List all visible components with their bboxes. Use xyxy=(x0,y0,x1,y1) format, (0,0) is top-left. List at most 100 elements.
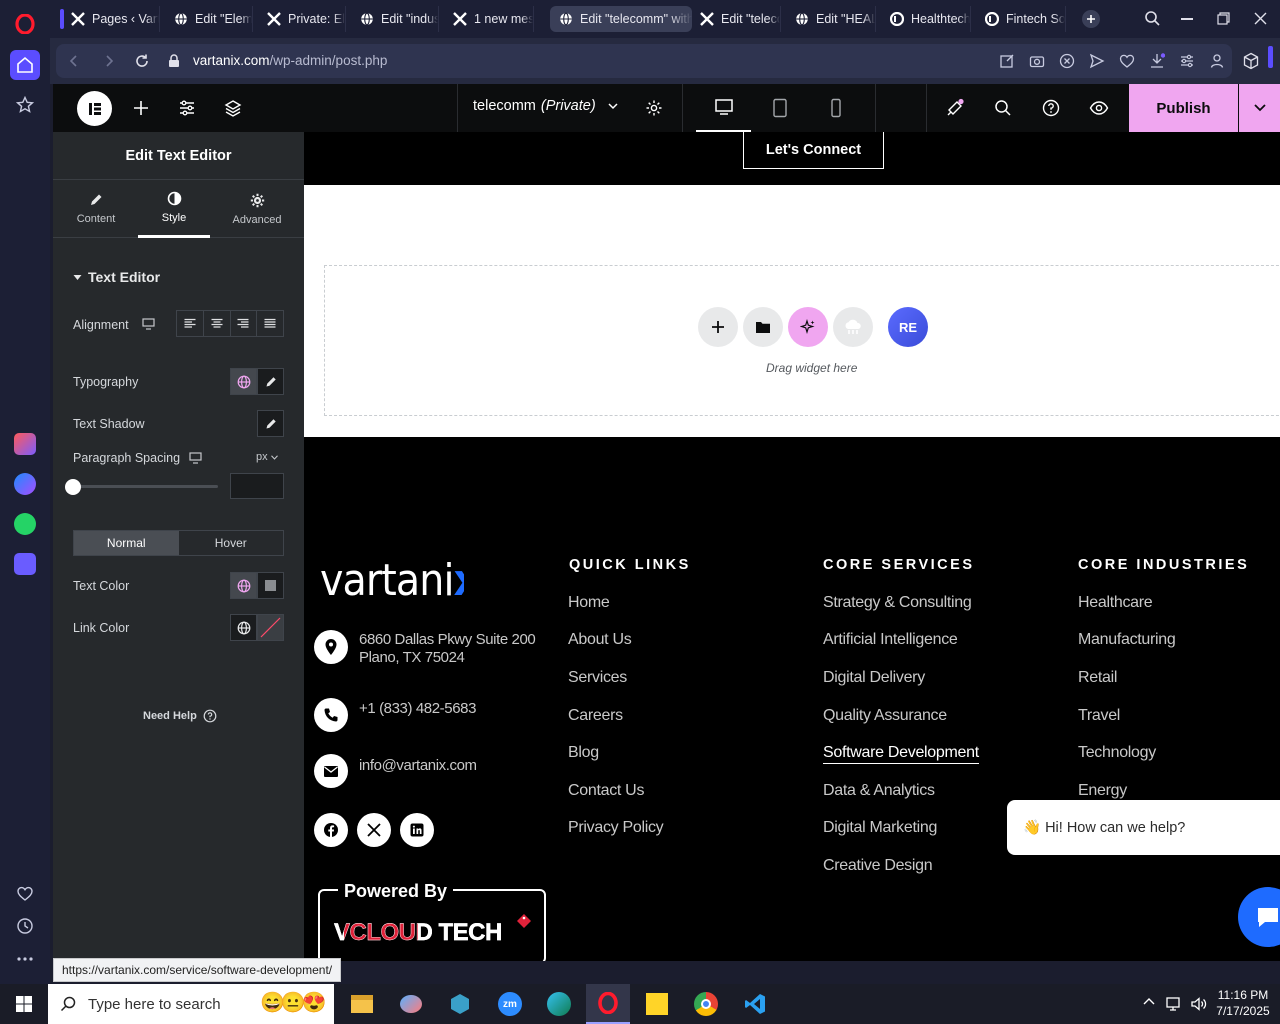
text-color-swatch[interactable] xyxy=(257,572,284,599)
edge-browser-icon[interactable] xyxy=(537,984,581,1024)
state-hover-tab[interactable]: Hover xyxy=(179,531,284,555)
need-help-link[interactable]: Need Help xyxy=(143,709,217,723)
download-icon[interactable] xyxy=(1149,53,1165,69)
app-gem-icon[interactable] xyxy=(438,984,482,1024)
lets-connect-button[interactable]: Let's Connect xyxy=(743,132,884,169)
more-icon[interactable] xyxy=(10,944,40,974)
account-icon[interactable] xyxy=(1209,53,1225,69)
opera-logo-icon[interactable] xyxy=(10,9,40,39)
facebook-icon[interactable] xyxy=(314,813,348,847)
service-link[interactable]: Digital Delivery xyxy=(823,669,925,687)
search-tabs-icon[interactable] xyxy=(1144,10,1161,27)
music-player-icon[interactable] xyxy=(10,549,40,579)
url-text[interactable]: vartanix.com/wp-admin/post.php xyxy=(193,53,387,68)
browser-tab[interactable]: Pages ‹ Vartanix xyxy=(62,6,160,32)
global-color-icon[interactable] xyxy=(230,614,257,641)
chat-greeting-bubble[interactable]: 👋 Hi! How can we help? xyxy=(1007,800,1280,855)
taskbar-search-box[interactable]: Type here to search 😄😐😍 xyxy=(48,984,334,1024)
browser-tab[interactable]: Edit "telecomm" with xyxy=(550,6,692,32)
browser-tab[interactable]: Edit "telecom xyxy=(691,6,781,32)
page-settings-icon[interactable] xyxy=(640,94,668,122)
paragraph-spacing-input[interactable] xyxy=(230,473,284,499)
tablet-view-icon[interactable] xyxy=(766,94,794,122)
email-text[interactable]: info@vartanix.com xyxy=(359,757,477,774)
easy-setup-icon[interactable] xyxy=(1179,53,1195,69)
whatsapp-icon[interactable] xyxy=(10,509,40,539)
star-icon[interactable] xyxy=(10,90,40,120)
desktop-view-icon[interactable] xyxy=(696,84,751,132)
browser-tab[interactable]: Fintech Solu xyxy=(976,6,1066,32)
service-link[interactable]: Quality Assurance xyxy=(823,707,947,725)
messenger-icon[interactable] xyxy=(10,469,40,499)
global-color-icon[interactable] xyxy=(230,572,257,599)
vcloud-tech-badge[interactable]: Powered By VCLOUD TECH xyxy=(318,881,546,961)
site-settings-icon[interactable] xyxy=(173,94,201,122)
edit-page-icon[interactable] xyxy=(999,53,1015,69)
align-left-icon[interactable] xyxy=(177,311,204,336)
send-icon[interactable] xyxy=(1089,53,1105,69)
x-twitter-icon[interactable] xyxy=(357,813,391,847)
camera-icon[interactable] xyxy=(1029,53,1045,69)
section-header[interactable]: Text Editor xyxy=(73,269,160,285)
browser-tab[interactable]: Edit "industr xyxy=(351,6,439,32)
notifications-icon[interactable] xyxy=(941,94,969,122)
industry-link[interactable]: Energy xyxy=(1078,782,1127,800)
close-icon[interactable] xyxy=(1254,12,1267,25)
tab-advanced[interactable]: Advanced xyxy=(221,180,293,238)
aria-icon[interactable] xyxy=(10,429,40,459)
industry-link[interactable]: Travel xyxy=(1078,707,1120,725)
favorite-icon[interactable] xyxy=(1119,53,1135,69)
drop-zone[interactable]: RE Drag widget here xyxy=(324,265,1280,416)
browser-tab[interactable]: 1 new messa xyxy=(444,6,534,32)
minimize-icon[interactable] xyxy=(1181,18,1193,20)
industry-link[interactable]: Manufacturing xyxy=(1078,631,1176,649)
chat-launcher-icon[interactable] xyxy=(1238,887,1280,947)
add-element-icon[interactable] xyxy=(127,94,155,122)
clock[interactable]: 11:16 PM 7/17/2025 xyxy=(1212,987,1274,1019)
structure-layers-icon[interactable] xyxy=(219,94,247,122)
windows-start-icon[interactable] xyxy=(2,984,46,1024)
edit-text-shadow-pencil-icon[interactable] xyxy=(257,410,284,437)
quick-link[interactable]: Careers xyxy=(568,707,623,725)
opera-taskbar-icon[interactable] xyxy=(586,984,630,1024)
phone-text[interactable]: +1 (833) 482-5683 xyxy=(359,700,476,717)
tab-style[interactable]: Style xyxy=(138,180,210,238)
ai-sparkle-icon[interactable] xyxy=(788,307,828,347)
linkedin-icon[interactable] xyxy=(400,813,434,847)
global-typography-icon[interactable] xyxy=(230,368,257,395)
tab-content[interactable]: Content xyxy=(61,180,131,238)
file-explorer-icon[interactable] xyxy=(340,984,384,1024)
search-icon[interactable] xyxy=(989,94,1017,122)
service-link[interactable]: Strategy & Consulting xyxy=(823,594,972,612)
template-library-folder-icon[interactable] xyxy=(743,307,783,347)
lock-icon[interactable] xyxy=(168,54,180,68)
service-link[interactable]: Data & Analytics xyxy=(823,782,935,800)
vscode-icon[interactable] xyxy=(733,984,777,1024)
browser-tab[interactable]: Edit "HEALTH xyxy=(786,6,876,32)
mobile-view-icon[interactable] xyxy=(822,94,850,122)
browser-tab[interactable]: Private: Elem xyxy=(258,6,346,32)
zoom-icon[interactable]: zm xyxy=(488,984,532,1024)
browser-tab[interactable]: Healthtech S xyxy=(881,6,971,32)
history-icon[interactable] xyxy=(10,911,40,941)
chrome-icon[interactable] xyxy=(684,984,728,1024)
align-justify-icon[interactable] xyxy=(257,311,283,336)
page-name-dropdown[interactable]: telecomm (Private) xyxy=(473,98,619,114)
extensions-icon[interactable] xyxy=(1242,52,1260,70)
paragraph-spacing-slider-track[interactable] xyxy=(73,485,218,488)
align-right-icon[interactable] xyxy=(231,311,258,336)
align-center-icon[interactable] xyxy=(204,311,231,336)
edit-typography-pencil-icon[interactable] xyxy=(257,368,284,395)
back-icon[interactable] xyxy=(66,53,82,69)
industry-link[interactable]: Retail xyxy=(1078,669,1117,687)
paragraph-spacing-slider-handle[interactable] xyxy=(65,479,81,495)
preview-eye-icon[interactable] xyxy=(1085,94,1113,122)
restore-icon[interactable] xyxy=(1217,12,1230,25)
cloud-templates-icon[interactable] xyxy=(833,307,873,347)
url-box[interactable]: vartanix.com/wp-admin/post.php xyxy=(56,44,1232,78)
network-icon[interactable] xyxy=(1165,995,1183,1013)
service-link[interactable]: Creative Design xyxy=(823,857,933,875)
service-link[interactable]: Artificial Intelligence xyxy=(823,631,958,649)
publish-button[interactable]: Publish xyxy=(1129,84,1238,132)
responsive-desktop-icon[interactable] xyxy=(142,318,155,330)
